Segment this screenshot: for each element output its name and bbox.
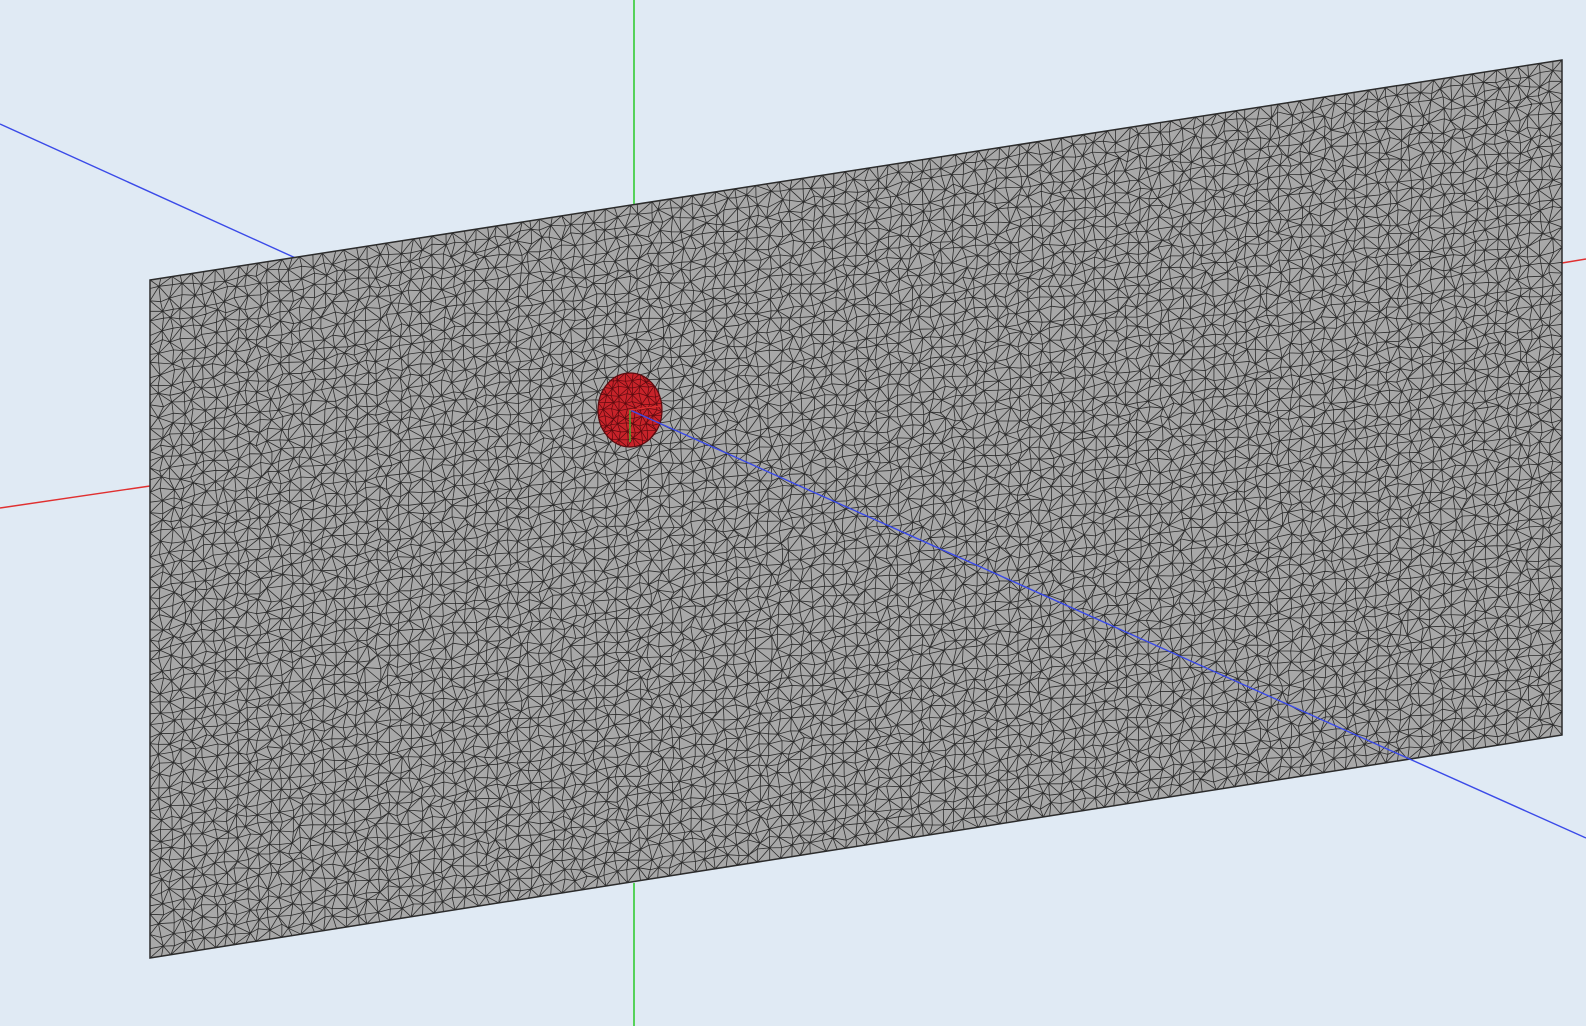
3d-viewport[interactable] — [0, 0, 1586, 1026]
mesh-scene[interactable] — [0, 0, 1586, 1026]
mesh-plate[interactable] — [149, 59, 1563, 959]
z-axis-line — [0, 123, 301, 261]
x-axis-line — [0, 485, 151, 509]
x-axis-line-right — [1561, 258, 1586, 264]
